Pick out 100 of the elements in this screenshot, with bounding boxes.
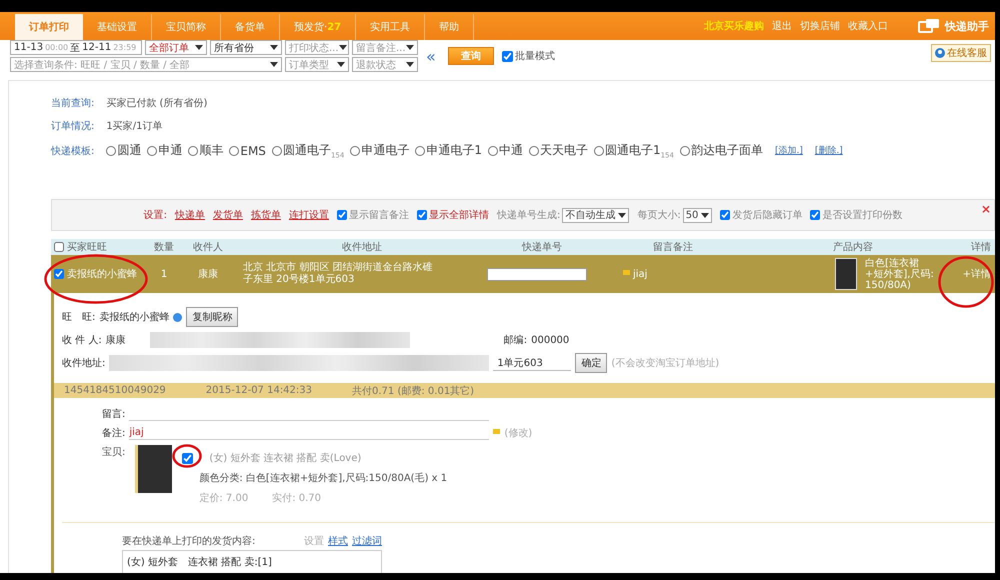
item-title: (女) 短外套 连衣裙 搭配 卖(Love) bbox=[209, 452, 362, 466]
column-header: 产品内容 bbox=[832, 240, 874, 254]
tracking-number-field[interactable] bbox=[487, 268, 587, 281]
header-link[interactable]: 切换店铺 bbox=[800, 19, 840, 33]
radio-button[interactable] bbox=[188, 146, 198, 156]
caret-icon bbox=[338, 45, 347, 50]
dropdown[interactable]: 留言备注... bbox=[352, 40, 418, 55]
field-value: 1买家/1订单 bbox=[106, 120, 162, 133]
caret-icon bbox=[195, 45, 203, 50]
copy-nickname-button[interactable]: 复制昵称 bbox=[186, 307, 238, 328]
column-header: 收件人 bbox=[192, 241, 224, 254]
date-range-field[interactable]: 11-13 00:00 至 12-11 23:59 bbox=[10, 40, 142, 55]
field-value: 卖报纸的小蜜蜂 bbox=[99, 310, 170, 324]
photo-placeholder bbox=[135, 445, 172, 494]
radio-button[interactable] bbox=[229, 146, 240, 156]
radio-label: 圆通电子1$_{154}$ bbox=[604, 142, 674, 160]
radio-button[interactable] bbox=[488, 146, 498, 156]
radio-button[interactable] bbox=[350, 146, 360, 156]
radio-label: 中通 bbox=[498, 142, 523, 160]
caret-icon bbox=[406, 45, 414, 50]
dropdown[interactable]: 退款状态 bbox=[352, 57, 418, 72]
field-label: 邮编: bbox=[504, 334, 528, 348]
nav-tab[interactable]: 订单打印 bbox=[15, 14, 83, 40]
checkbox-label: 显示留言备注 bbox=[348, 208, 409, 222]
print-link[interactable]: 样式 bbox=[328, 534, 348, 548]
radio-label: 申通 bbox=[158, 142, 182, 160]
dropdown[interactable]: 50 bbox=[682, 208, 712, 223]
radio-label: 天天电子 bbox=[540, 142, 588, 160]
address-field[interactable]: 1单元603 bbox=[493, 356, 572, 371]
table-cell-text: 白色[连衣裙+短外套],尺码: 150/80A) bbox=[865, 258, 935, 291]
search-button[interactable]: 查询 bbox=[448, 47, 494, 65]
caret-icon bbox=[270, 62, 278, 67]
column-header: 数量 bbox=[153, 241, 175, 254]
caret-icon bbox=[701, 212, 710, 218]
table-cell-text: 康康 bbox=[197, 268, 219, 282]
print-link[interactable]: 过滤词 bbox=[352, 534, 382, 548]
collapse-toggle[interactable]: « bbox=[426, 46, 436, 66]
annotation-ellipse bbox=[938, 256, 994, 308]
checkbox-label: 显示全部详情 bbox=[428, 208, 489, 222]
settings-link[interactable]: 连打设置 bbox=[288, 208, 329, 222]
print-content-label: 要在快递单上打印的发货内容: bbox=[122, 534, 256, 548]
checkbox[interactable] bbox=[810, 210, 820, 220]
radio-label: 申通电子1 bbox=[426, 142, 482, 160]
field-value: 康康 bbox=[106, 334, 127, 348]
buyer-name: 卖报纸的小蜜蜂 bbox=[67, 268, 137, 282]
settings-link[interactable]: 快递单 bbox=[174, 208, 205, 222]
caret-icon bbox=[270, 45, 278, 50]
app-logo-icon bbox=[918, 18, 940, 34]
column-header: 买家旺旺 bbox=[67, 240, 107, 254]
annotation-ellipse bbox=[172, 444, 202, 468]
dropdown[interactable]: 选择查询条件: 旺旺 / 宝贝 / 数量 / 全部 bbox=[10, 57, 282, 72]
radio-button[interactable] bbox=[106, 146, 116, 156]
checkbox[interactable] bbox=[720, 210, 730, 220]
item-checkbox[interactable] bbox=[182, 452, 194, 464]
table-cell-text: 1 bbox=[160, 268, 168, 280]
shop-name: 北京买乐趣购 bbox=[704, 19, 764, 33]
radio-button[interactable] bbox=[147, 146, 158, 156]
checkbox[interactable] bbox=[502, 50, 513, 62]
nav-tab[interactable]: 帮助 bbox=[425, 14, 474, 40]
radio-label: 圆通电子$_{154}$ bbox=[282, 142, 344, 160]
template-link[interactable]: [删除.] bbox=[814, 144, 843, 158]
header-link[interactable]: 退出 bbox=[772, 19, 792, 33]
edit-link[interactable]: (修改) bbox=[504, 426, 532, 440]
field-value: 000000 bbox=[531, 334, 570, 346]
item-paid: 实付: 0.70 bbox=[272, 492, 322, 506]
close-button[interactable]: × bbox=[980, 202, 991, 216]
address-note: (不会改变淘宝订单地址) bbox=[611, 356, 720, 370]
field-label: 当前查询: bbox=[51, 96, 94, 110]
remark-field[interactable]: jiaj bbox=[129, 426, 490, 440]
table-cell: jiaj bbox=[633, 268, 648, 280]
dropdown[interactable]: 全部订单 bbox=[145, 40, 207, 55]
dropdown[interactable]: 订单类型 bbox=[285, 57, 349, 72]
radio-button[interactable] bbox=[528, 146, 539, 156]
radio-button[interactable] bbox=[594, 146, 604, 156]
header-link[interactable]: 收藏入口 bbox=[848, 19, 888, 33]
checkbox[interactable] bbox=[416, 210, 427, 220]
checkbox-label: 批量模式 bbox=[514, 50, 555, 63]
order-total: 共付0.71 (邮费: 0.01其它) bbox=[352, 384, 474, 398]
radio-button[interactable] bbox=[680, 146, 690, 156]
dropdown[interactable]: 不自动生成 bbox=[562, 208, 630, 223]
field-label: 订单情况: bbox=[51, 120, 94, 133]
online-service-button[interactable]: 在线客服 bbox=[931, 44, 991, 62]
settings-link[interactable]: 拣货单 bbox=[250, 208, 281, 222]
settings-link[interactable]: 发货单 bbox=[212, 208, 243, 222]
dropdown[interactable]: 打印状态... bbox=[285, 40, 349, 55]
radio-label: 韵达电子面单 bbox=[690, 142, 763, 160]
settings-label: 设置: bbox=[144, 208, 167, 222]
app-name: 快递助手 bbox=[945, 18, 989, 34]
field-value: 买家已付款 (所有省份) bbox=[106, 96, 208, 110]
checkbox[interactable] bbox=[336, 210, 347, 220]
confirm-button[interactable]: 确定 bbox=[575, 353, 608, 374]
radio-button[interactable] bbox=[272, 146, 282, 156]
field-label: 快递模板: bbox=[51, 144, 94, 158]
column-header: 快递单号 bbox=[520, 240, 563, 254]
select-all-checkbox[interactable] bbox=[54, 242, 64, 252]
radio-button[interactable] bbox=[415, 146, 426, 156]
print-content-field[interactable]: (女) 短外套 连衣裙 搭配 卖:[1] bbox=[122, 550, 382, 573]
template-link[interactable]: [添加.] bbox=[774, 144, 803, 158]
dropdown[interactable]: 所有省份 bbox=[210, 40, 282, 55]
row-checkbox[interactable] bbox=[54, 269, 64, 280]
